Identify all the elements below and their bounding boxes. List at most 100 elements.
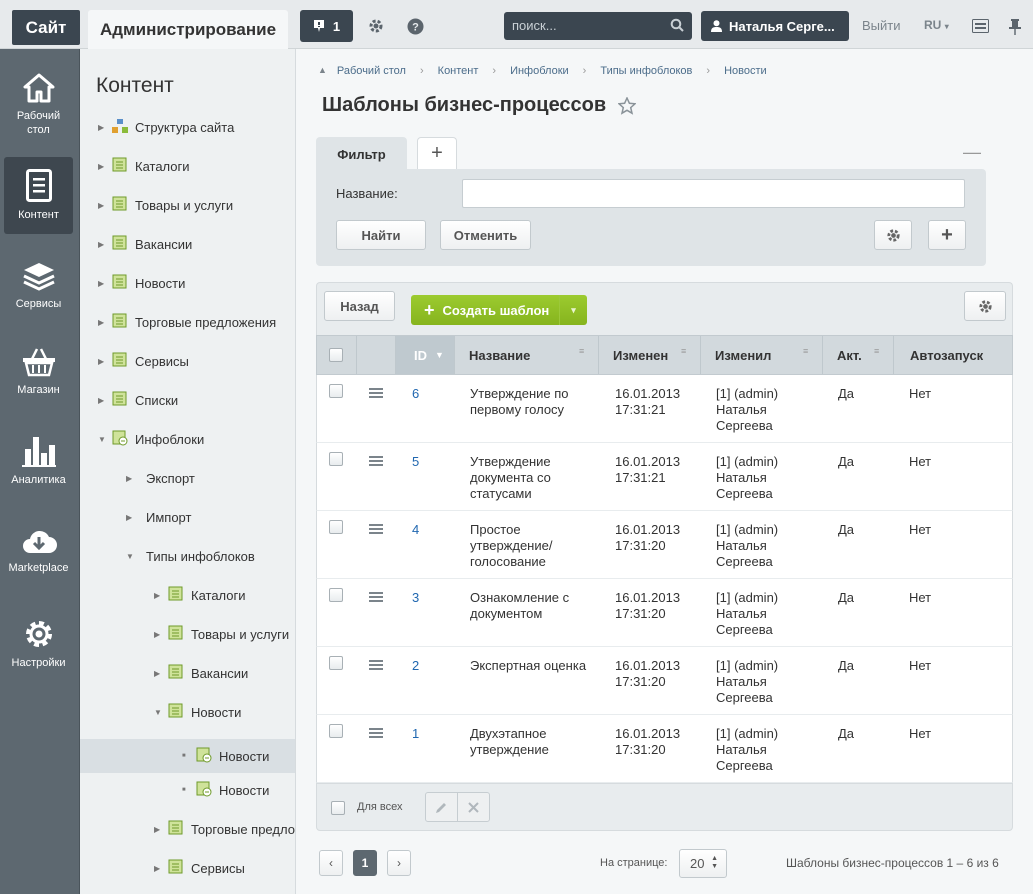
chevron-right-icon[interactable]: ▶ [98,357,112,366]
row-id-link[interactable]: 1 [412,726,419,742]
row-checkbox[interactable] [329,452,343,466]
tree-item[interactable]: ▶ Сервисы [98,350,189,372]
row-checkbox[interactable] [329,724,343,738]
chevron-right-icon[interactable]: ▶ [98,279,112,288]
keyboard-icon[interactable] [968,14,992,38]
column-autorun[interactable]: Автозапуск [894,336,1012,374]
row-id-link[interactable]: 3 [412,590,419,606]
tree-item[interactable]: ▶ Товары и услуги [98,194,233,216]
row-user-id[interactable]: [1] (admin) [716,386,778,402]
logout-link[interactable]: Выйти [862,18,901,33]
row-id-link[interactable]: 4 [412,522,419,538]
row-user-id[interactable]: [1] (admin) [716,522,778,538]
table-row[interactable]: 2 Экспертная оценка 16.01.2013 17:31:20 [1] … [316,647,1013,715]
row-menu-icon[interactable] [369,387,383,402]
tree-item[interactable]: ▶ Новости [98,272,185,294]
tree-item[interactable]: ▼ Инфоблоки [98,428,204,450]
notifications-button[interactable]: 1 [300,10,353,42]
filter-name-input[interactable] [462,179,965,208]
chevron-right-icon[interactable]: ▶ [126,513,140,522]
row-menu-icon[interactable] [369,727,383,742]
tree-item[interactable]: ▶ Каталоги [154,584,246,606]
row-menu-icon[interactable] [369,523,383,538]
tree-item[interactable]: ▶ Вакансии [154,662,248,684]
menu-marketplace[interactable]: Marketplace [4,527,73,575]
page-number-current[interactable]: 1 [353,850,377,876]
chevron-down-icon[interactable]: ▼ [98,435,112,444]
breadcrumb-item[interactable]: Новости [724,65,767,77]
column-active[interactable]: Акт. ≡ [823,336,894,374]
menu-analytics[interactable]: Аналитика [4,435,73,487]
chevron-right-icon[interactable]: ▶ [98,123,112,132]
help-icon[interactable]: ? [403,14,427,38]
row-name[interactable]: Простое утверждение/ голосование [470,522,588,570]
row-user-id[interactable]: [1] (admin) [716,590,778,606]
chevron-right-icon[interactable]: ▶ [98,201,112,210]
chevron-right-icon[interactable]: ▶ [154,669,168,678]
chevron-right-icon[interactable]: ▶ [126,474,140,483]
breadcrumb-item[interactable]: Рабочий стол [337,65,406,77]
menu-services[interactable]: Сервисы [4,261,73,311]
row-menu-icon[interactable] [369,455,383,470]
find-button[interactable]: Найти [336,220,426,250]
row-id-link[interactable]: 5 [412,454,419,470]
site-tab[interactable]: Сайт [12,10,80,45]
per-page-select[interactable]: 20 ▲ ▼ [679,849,727,878]
menu-content[interactable]: Контент [4,157,73,234]
chevron-down-icon[interactable]: ▼ [154,708,168,717]
tree-item[interactable]: ▼ Новости [154,701,241,723]
chevron-right-icon[interactable]: ▶ [154,864,168,873]
tree-item[interactable]: ▶ Вакансии [98,233,192,255]
delete-icon[interactable] [458,793,489,821]
cancel-button[interactable]: Отменить [440,220,531,250]
row-checkbox[interactable] [329,588,343,602]
row-name[interactable]: Экспертная оценка [470,658,588,674]
tree-item[interactable]: ▶ Экспорт [126,467,195,489]
for-all-checkbox[interactable] [331,801,345,815]
prev-page-button[interactable]: ‹ [319,850,343,876]
tree-item[interactable]: ■ Новости [182,779,269,801]
row-checkbox[interactable] [329,520,343,534]
tree-item[interactable]: ▶ Торговые предло [154,818,295,840]
row-name[interactable]: Двухэтапное утверждение [470,726,588,758]
table-row[interactable]: 5 Утверждение документа со статусами 16.01… [316,443,1013,511]
chevron-down-icon[interactable]: ▼ [126,552,140,561]
chevron-right-icon[interactable]: ▶ [154,825,168,834]
tree-item[interactable]: ▶ Списки [98,389,178,411]
select-all-checkbox[interactable] [329,348,343,362]
search-icon[interactable] [670,18,684,35]
row-checkbox[interactable] [329,656,343,670]
tree-item[interactable]: ▶ Импорт [126,506,191,528]
table-row[interactable]: 3 Ознакомление с документом 16.01.2013 17:3… [316,579,1013,647]
back-button[interactable]: Назад [324,291,395,321]
column-changed[interactable]: Изменен ≡ [599,336,701,374]
chevron-right-icon[interactable]: ▶ [98,318,112,327]
add-filter-tab-button[interactable]: + [417,137,457,169]
table-row[interactable]: 1 Двухэтапное утверждение 16.01.2013 17:31:… [316,715,1013,783]
column-changed-by[interactable]: Изменил ≡ [701,336,823,374]
column-name[interactable]: Название ≡ [455,336,599,374]
star-icon[interactable] [618,96,637,115]
table-row[interactable]: 4 Простое утверждение/ голосование 16.01.2… [316,511,1013,579]
create-template-button[interactable]: + Создать шаблон ▾ [411,295,587,325]
next-page-button[interactable]: › [387,850,411,876]
row-user-id[interactable]: [1] (admin) [716,454,778,470]
chevron-right-icon[interactable]: ▶ [98,162,112,171]
tree-item[interactable]: ▶ Товары и услуги [154,623,289,645]
filter-tab[interactable]: Фильтр [316,137,407,171]
chevron-right-icon[interactable]: ▶ [154,591,168,600]
tree-item[interactable]: ▼ Типы инфоблоков [126,545,255,567]
row-name[interactable]: Ознакомление с документом [470,590,588,622]
row-user-id[interactable]: [1] (admin) [716,658,778,674]
tree-item[interactable]: ■ Новости [80,739,295,773]
pin-icon[interactable] [1003,14,1027,38]
collapse-filter-icon[interactable]: — [963,142,981,163]
tree-item[interactable]: ▶ Сервисы [154,857,245,879]
row-checkbox[interactable] [329,384,343,398]
row-user-id[interactable]: [1] (admin) [716,726,778,742]
row-menu-icon[interactable] [369,659,383,674]
tree-item[interactable]: ▶ Структура сайта [98,116,234,138]
user-menu[interactable]: Наталья Серге... [701,11,849,41]
create-dropdown-icon[interactable]: ▾ [559,295,587,325]
tree-item[interactable]: ▶ Торговые предложения [98,311,276,333]
